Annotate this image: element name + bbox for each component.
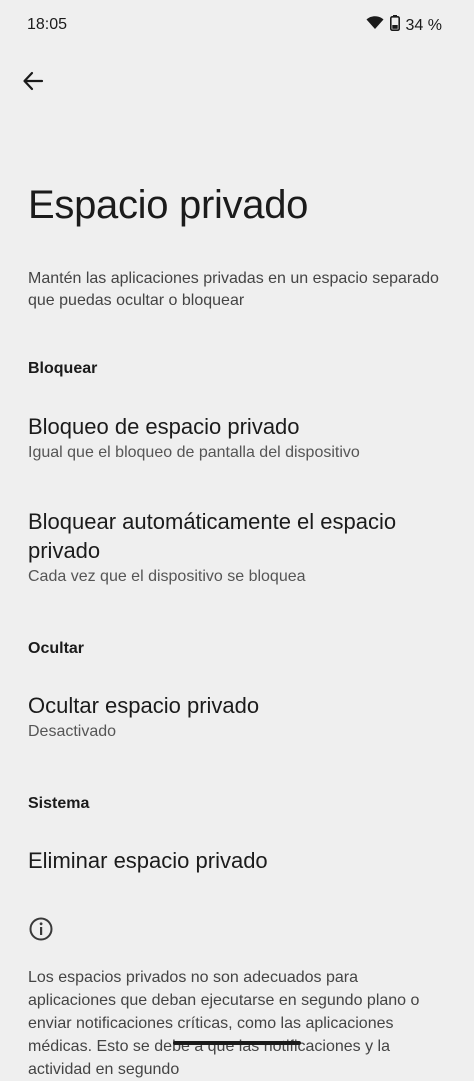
pref-title: Bloqueo de espacio privado <box>28 414 300 439</box>
pref-title: Bloquear automáticamente el espacio priv… <box>28 509 397 563</box>
back-button[interactable] <box>18 68 48 98</box>
page-description: Mantén las aplicaciones privadas en un e… <box>28 270 439 309</box>
pref-private-space-lock[interactable]: Bloqueo de espacio privado Igual que el … <box>0 412 474 462</box>
info-icon <box>28 916 54 942</box>
pref-title: Eliminar espacio privado <box>28 848 268 873</box>
pref-summary: Igual que el bloqueo de pantalla del dis… <box>28 444 360 461</box>
pref-title: Ocultar espacio privado <box>28 693 260 718</box>
section-header-system: Sistema <box>28 795 90 812</box>
section-header-hide: Ocultar <box>28 640 85 657</box>
battery-icon <box>389 15 400 36</box>
pref-delete-private-space[interactable]: Eliminar espacio privado <box>0 846 474 875</box>
battery-percent: 34 % <box>405 16 442 34</box>
footer-info-text: Los espacios privados no son adecuados p… <box>28 969 420 1078</box>
status-time: 18:05 <box>27 16 68 33</box>
pref-summary: Cada vez que el dispositivo se bloquea <box>28 568 306 585</box>
arrow-back-icon <box>22 70 44 97</box>
wifi-icon <box>366 16 384 35</box>
section-header-lock: Bloquear <box>28 360 98 377</box>
gesture-nav-handle[interactable] <box>173 1041 301 1045</box>
status-bar: 18:05 34 % <box>0 0 474 52</box>
page-title: Espacio privado <box>28 183 309 227</box>
pref-summary: Desactivado <box>28 723 117 740</box>
pref-hide-private-space[interactable]: Ocultar espacio privado Desactivado <box>0 691 474 741</box>
status-icons: 34 % <box>366 15 442 36</box>
pref-auto-lock-private-space[interactable]: Bloquear automáticamente el espacio priv… <box>0 507 474 586</box>
